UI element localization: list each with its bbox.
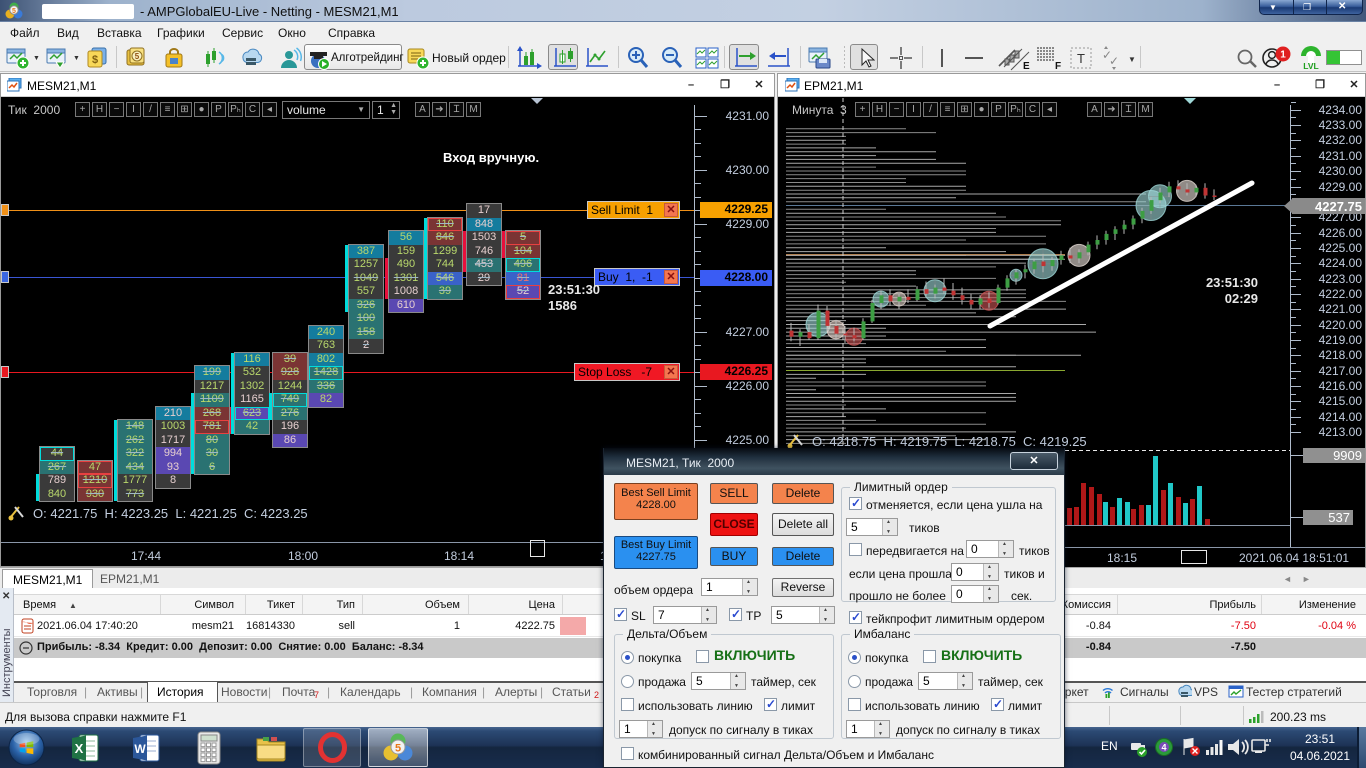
svg-text:F: F (1055, 61, 1061, 71)
svg-text:5: 5 (395, 743, 401, 755)
svg-text:5: 5 (135, 52, 140, 61)
svg-text:T: T (1077, 51, 1085, 66)
svg-text:W: W (134, 742, 146, 756)
svg-text:X: X (75, 741, 84, 756)
svg-text:LVL: LVL (1303, 61, 1318, 70)
svg-text:✓: ✓ (1109, 54, 1119, 68)
svg-text:4: 4 (1161, 743, 1166, 753)
svg-text:$: $ (92, 54, 98, 66)
svg-text:1: 1 (1280, 50, 1286, 61)
svg-text:5: 5 (12, 8, 16, 15)
svg-text:E: E (1023, 61, 1030, 71)
